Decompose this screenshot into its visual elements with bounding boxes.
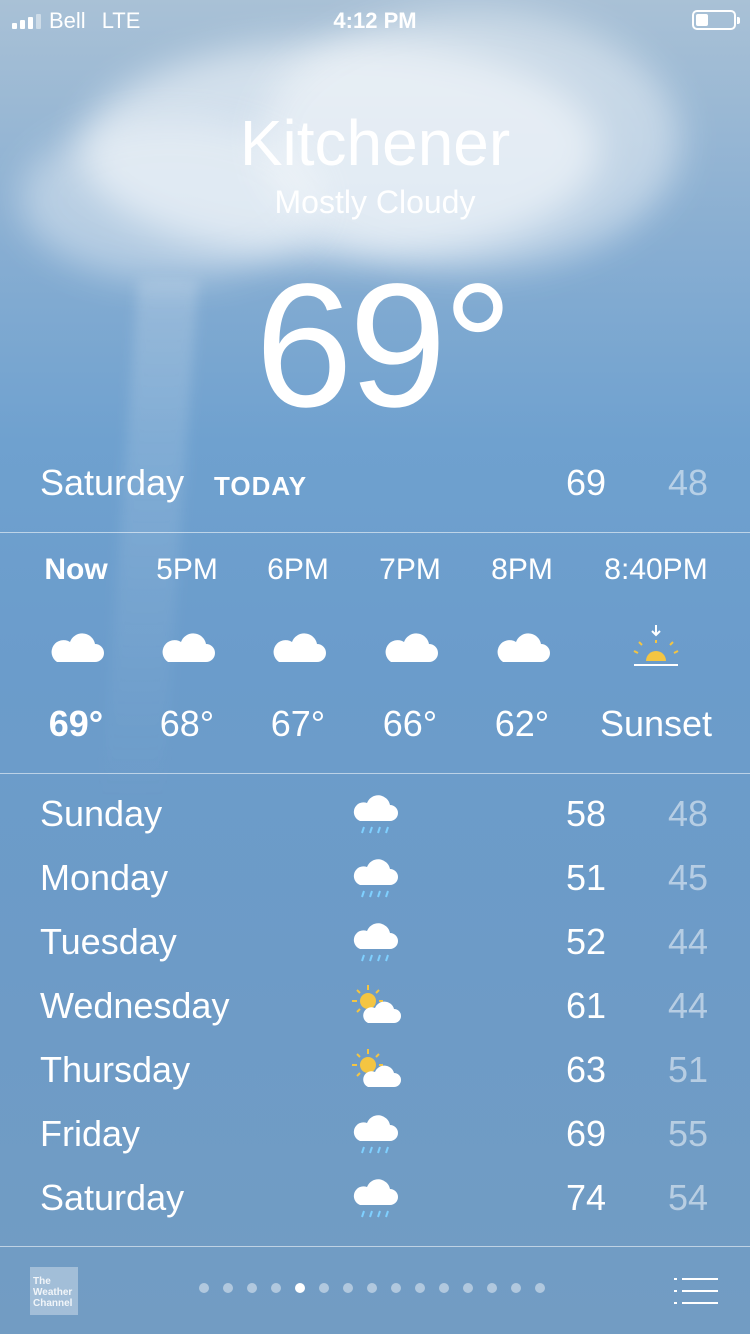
list-item: Tuesday 52 44: [40, 913, 710, 977]
page-dot[interactable]: [199, 1283, 209, 1293]
hour-temperature: 67°: [270, 703, 326, 744]
city-name: Kitchener: [239, 107, 511, 179]
cloud-icon: [466, 629, 578, 669]
page-dot[interactable]: [487, 1283, 497, 1293]
page-dot[interactable]: [247, 1283, 257, 1293]
hour-label: Now: [44, 553, 108, 586]
cloud-icon: [354, 629, 466, 669]
day-high: 74: [565, 1177, 606, 1218]
status-bar: Bell LTE 4:12 PM: [0, 0, 750, 40]
page-dot[interactable]: [295, 1283, 305, 1293]
day-low: 48: [667, 793, 708, 834]
day-high: 51: [565, 857, 606, 898]
today-low: 48: [667, 462, 708, 503]
page-dot[interactable]: [535, 1283, 545, 1293]
partly-cloudy-icon: [352, 985, 401, 1023]
day-low: 44: [667, 921, 708, 962]
page-dot[interactable]: [463, 1283, 473, 1293]
sunset-label: Sunset: [599, 703, 713, 744]
today-tag: TODAY: [214, 471, 308, 501]
page-dot[interactable]: [415, 1283, 425, 1293]
sunset-icon: [590, 623, 722, 669]
list-icon[interactable]: [674, 1276, 718, 1306]
list-item: Thursday 63 51: [40, 1041, 710, 1105]
status-time: 4:12 PM: [333, 8, 417, 33]
list-item: Friday 69 55: [40, 1105, 710, 1169]
day-high: 52: [565, 921, 606, 962]
page-dot[interactable]: [343, 1283, 353, 1293]
day-low: 54: [667, 1177, 708, 1218]
today-high: 69: [565, 462, 606, 503]
day-high: 63: [565, 1049, 606, 1090]
hour-temperature: 66°: [382, 703, 438, 744]
day-name: Thursday: [40, 1049, 191, 1090]
day-high: 69: [565, 1113, 606, 1154]
list-item: Wednesday 61 44: [40, 977, 710, 1041]
current-temperature: 69°: [255, 248, 513, 444]
page-dot[interactable]: [511, 1283, 521, 1293]
page-dot[interactable]: [319, 1283, 329, 1293]
day-name: Wednesday: [40, 985, 230, 1026]
page-indicator[interactable]: [199, 1283, 545, 1293]
page-dot[interactable]: [223, 1283, 233, 1293]
rain-icon: [353, 1115, 398, 1154]
list-item: Sunday 58 48: [40, 785, 710, 849]
rain-icon: [353, 923, 398, 962]
bottom-toolbar: The Weather Channel: [0, 1246, 750, 1334]
hour-temperature: 69°: [48, 703, 104, 744]
day-name: Saturday: [40, 1177, 185, 1218]
divider: [0, 773, 750, 774]
page-dot[interactable]: [439, 1283, 449, 1293]
weather-channel-logo[interactable]: The Weather Channel: [30, 1267, 78, 1315]
day-low: 55: [667, 1113, 708, 1154]
page-dot[interactable]: [391, 1283, 401, 1293]
rain-icon: [353, 795, 398, 834]
page-dot[interactable]: [271, 1283, 281, 1293]
page-dot[interactable]: [367, 1283, 377, 1293]
hourly-forecast[interactable]: Now 69° 5PM 68° 6PM 67° 7PM 66° 8PM 62° …: [0, 533, 750, 773]
rain-icon: [353, 1179, 398, 1218]
current-condition: Mostly Cloudy: [274, 184, 476, 220]
day-high: 61: [565, 985, 606, 1026]
hour-label: 6PM: [267, 553, 329, 586]
day-low: 44: [667, 985, 708, 1026]
battery-icon: [692, 10, 740, 30]
day-low: 51: [667, 1049, 708, 1090]
partly-cloudy-icon: [352, 1049, 401, 1087]
hour-label: 8:40PM: [604, 553, 708, 586]
cloud-icon: [131, 629, 243, 669]
day-name: Friday: [40, 1113, 141, 1154]
today-summary-row: Saturday TODAY 69 48: [40, 462, 710, 512]
hour-temperature: 62°: [494, 703, 550, 744]
hour-label: 8PM: [491, 553, 553, 586]
hour-label: 5PM: [156, 553, 218, 586]
day-name: Tuesday: [40, 921, 177, 962]
cloud-icon: [242, 629, 354, 669]
day-high: 58: [565, 793, 606, 834]
daily-forecast[interactable]: Sunday 58 48 Monday 51 45 Tuesday 52 44 …: [40, 785, 710, 1233]
rain-icon: [353, 859, 398, 898]
day-name: Sunday: [40, 793, 163, 834]
day-low: 45: [667, 857, 708, 898]
list-item: Monday 51 45: [40, 849, 710, 913]
list-item: Saturday 74 54: [40, 1169, 710, 1233]
hour-label: 7PM: [379, 553, 441, 586]
day-name: Monday: [40, 857, 169, 898]
cloud-icon: [20, 629, 132, 669]
today-day: Saturday: [40, 462, 185, 503]
hour-temperature: 68°: [159, 703, 215, 744]
